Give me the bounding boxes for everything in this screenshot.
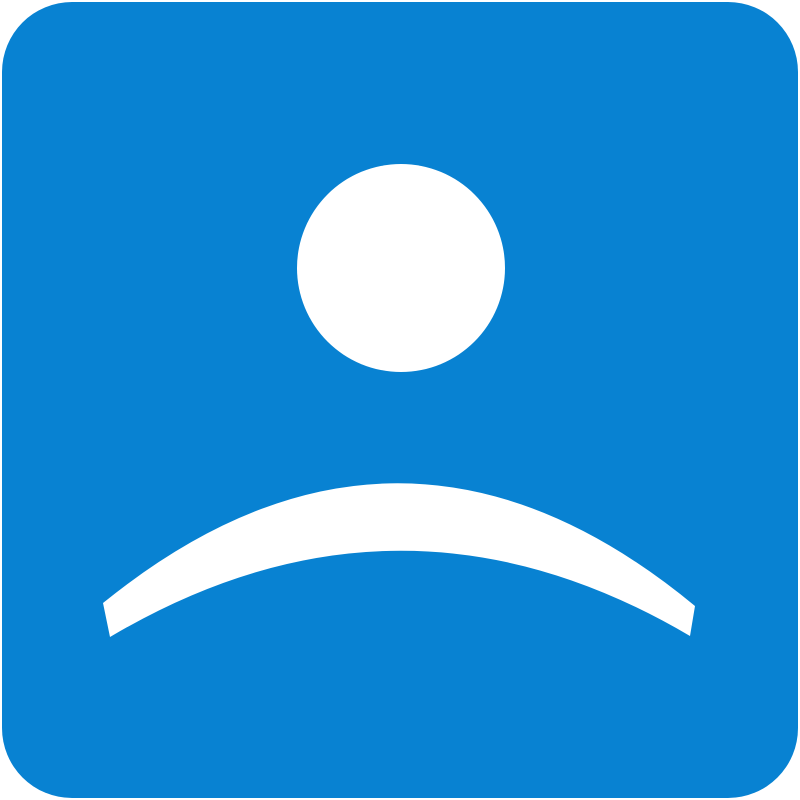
head-circle (297, 164, 505, 372)
user-avatar-icon (0, 0, 800, 800)
icon-background (2, 2, 798, 798)
user-avatar-graphic (2, 2, 798, 798)
